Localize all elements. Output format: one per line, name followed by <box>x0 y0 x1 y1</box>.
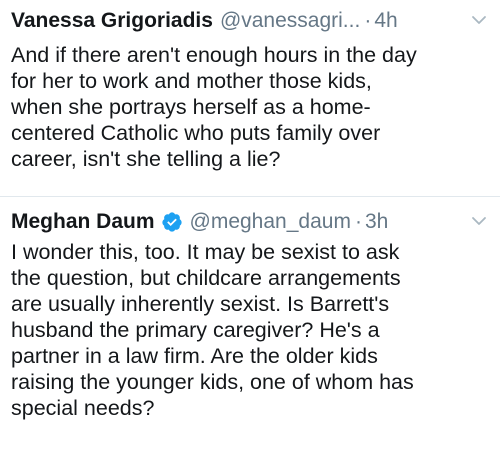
separator: · <box>354 210 362 233</box>
tweet-text-line: husband the primary caregiver? He's a <box>11 318 380 342</box>
tweet-text-line: are usually inherently sexist. Is Barret… <box>11 292 390 316</box>
tweet-text-line: when she portrays herself as a home- <box>11 95 371 119</box>
tweet-text-line: the question, but childcare arrangements <box>11 266 401 290</box>
chevron-down-icon[interactable] <box>469 211 489 231</box>
author-name[interactable]: Vanessa Grigoriadis <box>11 9 213 33</box>
author-handle[interactable]: @meghan_daum <box>190 210 351 234</box>
tweet-text-line: career, isn't she telling a lie? <box>11 147 281 171</box>
tweet-text: I wonder this, too. It may be sexist to … <box>11 239 491 421</box>
tweet[interactable]: Vanessa Grigoriadis @vanessagri... · 4h … <box>0 0 500 197</box>
tweet-text-line: for her to work and mother those kids, <box>11 69 372 93</box>
author-name[interactable]: Meghan Daum <box>11 210 155 234</box>
tweet-text: And if there aren't enough hours in the … <box>11 42 491 172</box>
tweet-header: Vanessa Grigoriadis @vanessagri... · 4h <box>11 6 489 36</box>
verified-badge-icon <box>161 212 182 232</box>
tweet-header: Meghan Daum @meghan_daum · 3h <box>11 207 489 237</box>
tweet-text-line: raising the younger kids, one of whom ha… <box>11 370 414 394</box>
tweet-text-line: centered Catholic who puts family over <box>11 121 381 145</box>
timestamp[interactable]: 4h <box>374 9 397 33</box>
chevron-down-icon[interactable] <box>469 10 489 30</box>
timestamp[interactable]: 3h <box>365 210 388 234</box>
tweet-text-line: I wonder this, too. It may be sexist to … <box>11 240 400 264</box>
author-handle[interactable]: @vanessagri... <box>220 9 360 33</box>
tweet-text-line: special needs? <box>11 396 155 420</box>
tweet-text-line: And if there aren't enough hours in the … <box>11 43 417 67</box>
tweet-text-line: partner in a law firm. Are the older kid… <box>11 344 378 368</box>
separator: · <box>364 9 372 32</box>
tweet[interactable]: Meghan Daum @meghan_daum · 3h I wonder t… <box>0 197 500 470</box>
